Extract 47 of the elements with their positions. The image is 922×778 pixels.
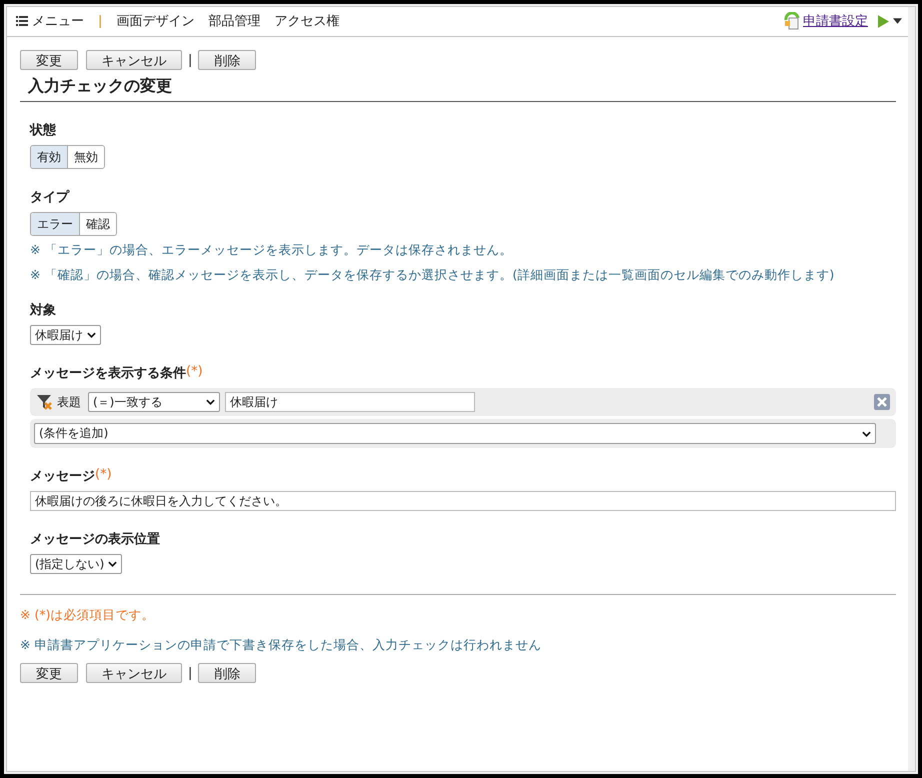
separator: |: [188, 52, 192, 68]
document-icon: [783, 12, 801, 30]
settings-link[interactable]: 申請書設定: [803, 12, 868, 30]
menu-tab[interactable]: アクセス権: [274, 12, 340, 30]
required-mark: (*): [95, 467, 112, 484]
field-label: メッセージを表示する条件: [30, 365, 186, 382]
delete-button[interactable]: 削除: [198, 50, 256, 70]
condition-field: 表題: [57, 394, 81, 410]
chevron-icon: [206, 399, 215, 405]
chevron-icon: [862, 430, 871, 436]
menu-icon[interactable]: [16, 16, 28, 26]
note-text: ※ 「確認」の場合、確認メッセージを表示し、データを保存するか選択させます。(詳細画面または一覧画面のセル編集でのみ動作します): [30, 267, 836, 282]
note-text: ※ 申請書アプリケーションの申請で下書き保存をした場合、入力チェックは行われません: [20, 637, 542, 654]
add-condition-dropdown[interactable]: (条件を追加): [34, 423, 876, 444]
chevron-icon: [87, 332, 96, 338]
field-label: メッセージの表示位置: [30, 531, 160, 548]
required-mark: (*): [186, 364, 203, 381]
chevron-icon: [108, 561, 118, 567]
toolbar-button[interactable]: キャンセル: [86, 663, 182, 683]
toggle-option[interactable]: 確認: [79, 213, 116, 235]
menu-tab[interactable]: 画面デザイン: [116, 12, 194, 30]
field-label: 対象: [30, 302, 56, 319]
toolbar-button[interactable]: 変更: [20, 663, 78, 683]
menu-tab[interactable]: 部品管理: [208, 12, 260, 30]
field-label: タイプ: [30, 188, 69, 206]
toggle-option[interactable]: 有効: [31, 146, 67, 168]
input-field[interactable]: 休暇届けの後ろに休暇日を入力してください。: [30, 491, 896, 511]
separator: |: [98, 14, 102, 28]
dropdown[interactable]: (指定しない): [30, 554, 122, 574]
menu-link[interactable]: メニュー: [32, 12, 84, 30]
field-label: メッセージ: [30, 468, 95, 485]
note-text: ※ 「エラー」の場合、エラーメッセージを表示します。データは保存されません。: [30, 242, 514, 257]
dropdown[interactable]: 休暇届け: [30, 325, 101, 345]
toolbar-button[interactable]: キャンセル: [86, 50, 182, 70]
toolbar-button[interactable]: 変更: [20, 50, 78, 70]
field-label: 状態: [30, 122, 56, 139]
delete-button[interactable]: 削除: [198, 663, 256, 683]
caret-icon[interactable]: [893, 18, 902, 24]
filter-icon[interactable]: [36, 394, 52, 410]
note-text: ※ (*)は必須項目です。: [20, 607, 156, 624]
operator-dropdown[interactable]: (＝)一致する: [88, 392, 220, 412]
toggle-option[interactable]: 無効: [67, 146, 104, 168]
toggle-option[interactable]: エラー: [31, 213, 79, 235]
separator: |: [188, 666, 192, 680]
input-field[interactable]: 休暇届け: [225, 392, 475, 412]
close-icon[interactable]: [874, 394, 890, 410]
page-title: 入力チェックの変更: [20, 76, 896, 102]
